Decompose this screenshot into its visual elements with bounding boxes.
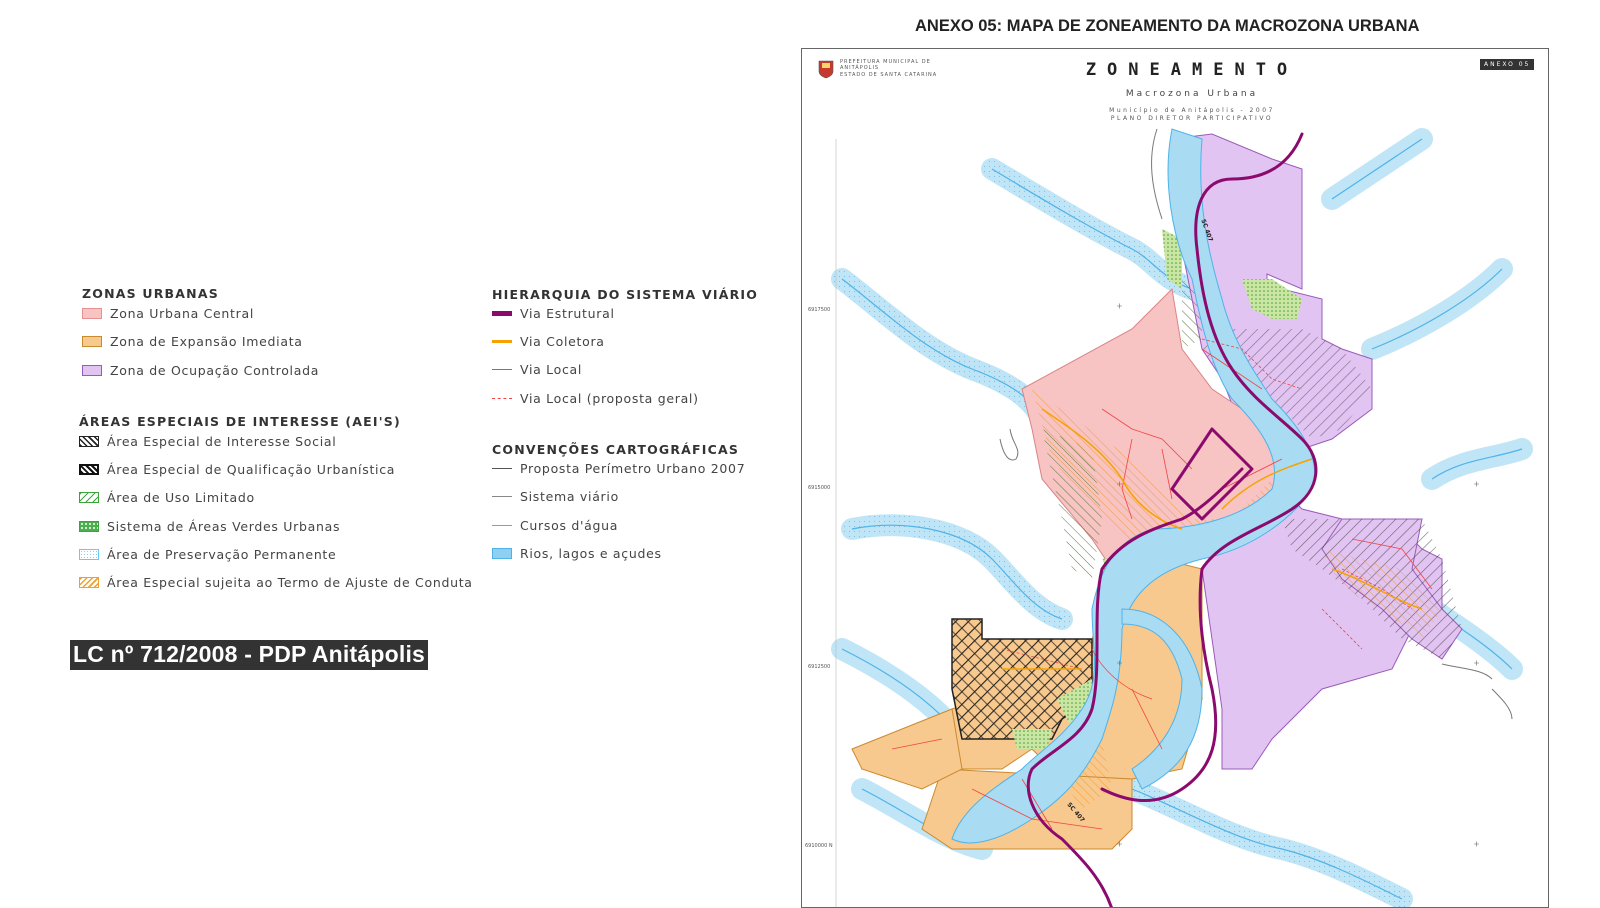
purple-line-icon: [492, 311, 512, 316]
annex-badge: ANEXO 05: [1480, 59, 1535, 70]
cross-hatch-black-icon: [79, 464, 99, 475]
red-dashed-line-icon: [492, 398, 512, 399]
pink-swatch-icon: [82, 308, 102, 319]
red-line-icon: [492, 369, 512, 370]
legend-item-app: Área de Preservação Permanente: [79, 547, 336, 562]
viario-heading: HIERARQUIA DO SISTEMA VIÁRIO: [492, 287, 759, 302]
orange-swatch-icon: [82, 336, 102, 347]
aei-heading: ÁREAS ESPECIAIS DE INTERESSE (AEI'S): [79, 414, 401, 429]
convencoes-heading: CONVENÇÕES CARTOGRÁFICAS: [492, 442, 740, 457]
orange-line-icon: [492, 340, 512, 343]
diagonal-hatch-black-icon: [79, 436, 99, 447]
legend-item-tac: Área Especial sujeita ao Termo de Ajuste…: [79, 575, 473, 590]
legend-item-via-coletora: Via Coletora: [492, 334, 605, 349]
legend-item-perimetro: Proposta Perímetro Urbano 2007: [492, 461, 745, 476]
legend-item-via-estrutural: Via Estrutural: [492, 306, 615, 321]
legend-item-sistema-viario: Sistema viário: [492, 489, 619, 504]
coord-label: 6912500: [808, 664, 831, 670]
law-caption: LC nº 712/2008 - PDP Anitápolis: [70, 640, 429, 670]
legend-item-rios: Rios, lagos e açudes: [492, 546, 662, 561]
legend-item-uso-limitado: Área de Uso Limitado: [79, 490, 255, 505]
legend-item-aei-social: Área Especial de Interesse Social: [79, 434, 336, 449]
dotted-cyan-icon: [79, 549, 99, 560]
diagonal-hatch-green-icon: [79, 492, 99, 503]
legend-item-zona-central: Zona Urbana Central: [82, 306, 254, 321]
legend-item-zona-ocupacao: Zona de Ocupação Controlada: [82, 363, 319, 378]
map-plan-name: PLANO DIRETOR PARTICIPATIVO: [1110, 115, 1274, 122]
zoning-map: PREFEITURA MUNICIPAL DE ANITÁPOLIS ESTAD…: [801, 48, 1549, 908]
dotted-green-icon: [79, 521, 99, 532]
map-title: ZONEAMENTO: [1085, 60, 1299, 80]
map-drawing: [818, 60, 1533, 907]
zonas-heading: ZONAS URBANAS: [82, 286, 219, 301]
map-subtitle: Macrozona Urbana: [1125, 89, 1259, 99]
municipal-crest-icon: [818, 60, 834, 79]
legend-item-zona-expansao: Zona de Expansão Imediata: [82, 334, 303, 349]
legend-item-areas-verdes: Sistema de Áreas Verdes Urbanas: [79, 519, 340, 534]
org-line-2: ANITÁPOLIS: [840, 65, 880, 71]
coord-label: 6917500: [808, 307, 831, 313]
legend-item-via-local-proposta: Via Local (proposta geral): [492, 391, 699, 406]
org-line-3: ESTADO DE SANTA CATARINA: [840, 72, 938, 78]
map-municipality: Município de Anitápolis - 2007: [1109, 107, 1275, 114]
blue-line-icon: [492, 525, 512, 526]
purple-swatch-icon: [82, 365, 102, 376]
coord-label: 6915000: [808, 485, 831, 491]
light-gray-line-icon: [492, 496, 512, 497]
blue-swatch-icon: [492, 548, 512, 559]
coord-label: 6910000 N: [805, 843, 833, 849]
legend-item-aei-qualificacao: Área Especial de Qualificação Urbanístic…: [79, 462, 395, 477]
legend-item-cursos-agua: Cursos d'água: [492, 518, 618, 533]
legend-item-via-local: Via Local: [492, 362, 582, 377]
gray-line-icon: [492, 468, 512, 469]
hatch-orange-icon: [79, 577, 99, 588]
page-title: ANEXO 05: MAPA DE ZONEAMENTO DA MACROZON…: [915, 17, 1420, 35]
